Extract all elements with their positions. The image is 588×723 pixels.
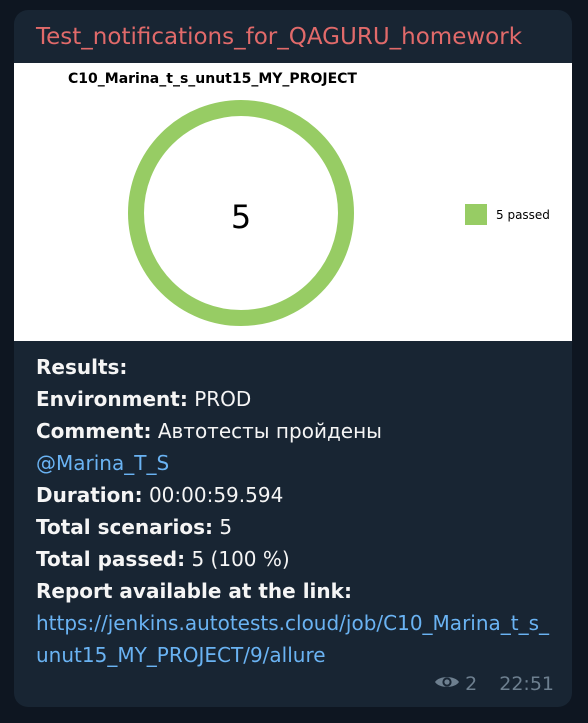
- legend-swatch: [465, 204, 487, 225]
- report-label: Report available at the link:: [36, 579, 352, 603]
- message-bubble: Test_notifications_for_QAGURU_homework C…: [14, 10, 572, 707]
- total-scenarios-value: 5: [219, 515, 233, 539]
- results-heading: Results:: [36, 355, 128, 379]
- environment-label: Environment:: [36, 387, 188, 411]
- chart-title: C10_Marina_t_s_unut15_MY_PROJECT: [68, 71, 357, 87]
- comment-value: Автотесты пройдены: [157, 419, 382, 443]
- views-count: 2: [465, 673, 478, 695]
- user-mention-link[interactable]: @Marina_T_S: [36, 451, 169, 475]
- message-text: Results: Environment: PROD Comment: Авто…: [36, 351, 556, 671]
- chart-legend: 5 passed: [465, 204, 550, 225]
- sender-name[interactable]: Test_notifications_for_QAGURU_homework: [36, 24, 522, 50]
- duration-label: Duration:: [36, 483, 143, 507]
- donut-chart: C10_Marina_t_s_unut15_MY_PROJECT 5 5 pas…: [68, 71, 550, 326]
- environment-value: PROD: [194, 387, 252, 411]
- message-meta: 2 22:51: [434, 673, 554, 695]
- comment-label: Comment:: [36, 419, 152, 443]
- eye-icon: [434, 673, 460, 695]
- chart-image[interactable]: C10_Marina_t_s_unut15_MY_PROJECT 5 5 pas…: [14, 63, 572, 341]
- duration-value: 00:00:59.594: [148, 483, 284, 507]
- total-scenarios-label: Total scenarios:: [36, 515, 214, 539]
- chart-center-label: 5: [231, 198, 251, 236]
- report-link[interactable]: https://jenkins.autotests.cloud/job/C10_…: [36, 607, 554, 671]
- total-passed-label: Total passed:: [36, 547, 186, 571]
- total-passed-value: 5 (100 %): [191, 547, 290, 571]
- legend-label: 5 passed: [496, 208, 550, 222]
- message-time: 22:51: [499, 673, 554, 695]
